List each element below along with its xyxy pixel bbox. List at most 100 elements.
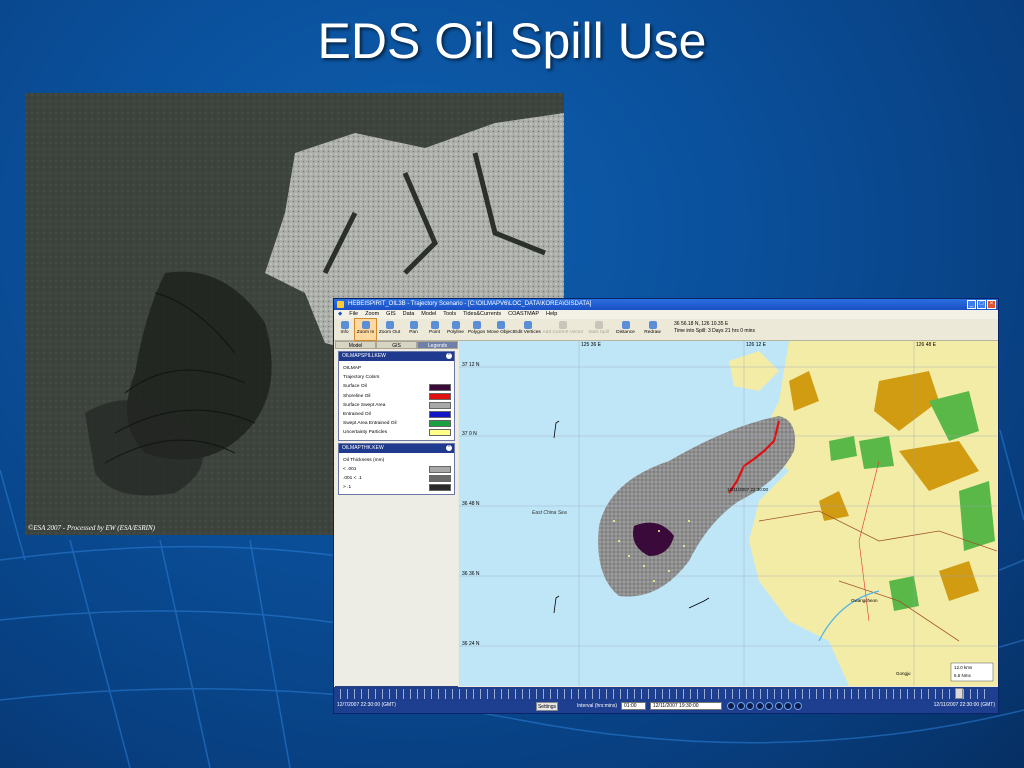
legend-label: Swept Area Entrained Oil [343,421,397,427]
legend-spill: OILMAPSPILLKEW ^ OILMAP Trajectory Color… [338,351,455,441]
zoom-out-icon [385,321,394,329]
settings-button[interactable]: Settings [536,702,558,711]
map-view[interactable]: 125 36 E 126 12 E 126 48 E 37 12 N 37 0 … [459,341,997,686]
step-back-button[interactable] [746,702,754,710]
timeline-start: 12/7/2007 22:30:00 (GMT) [337,702,396,708]
add-current-vector-button[interactable]: Add Current Vector [541,319,585,340]
menu-model[interactable]: Model [421,310,436,319]
maximize-button[interactable]: □ [977,300,986,309]
rewind-button[interactable] [736,702,745,710]
legend-thickness: OILMAPTHK.KEW ^ Oil Thickness (mm) < .00… [338,442,455,496]
legend-row: .001 < .1 [343,474,451,483]
scale-km-label: 12.0 kms [954,665,973,670]
legend-swatch [429,411,451,419]
polygon-button[interactable]: Polygon [466,319,487,340]
move-object-button[interactable]: Move Object [487,319,514,340]
legend-row: Surface Swept Area [343,401,451,410]
polyline-button[interactable]: Polyline [445,319,466,340]
legend-label: Entrained Oil [343,411,371,417]
legend-row: Swept Area Entrained Oil [343,419,451,428]
legend-thickness-section: Oil Thickness (mm) [343,457,385,463]
redraw-label: Redraw [644,330,661,335]
menu-gis[interactable]: GIS [386,310,395,319]
app-menu-icon[interactable]: ◆ [338,310,342,319]
zoom-in-button[interactable]: Zoom In [354,318,377,341]
menu-coastmap[interactable]: COASTMAP [508,310,539,319]
collapse-icon[interactable]: ^ [446,353,452,359]
menu-zoom[interactable]: Zoom [365,310,379,319]
app-icon [337,301,344,308]
menu-data[interactable]: Data [403,310,415,319]
menu-tides-currents[interactable]: Tides&Currents [463,310,501,319]
polygon-icon [472,321,481,329]
point-label: Point [429,330,440,335]
play-button[interactable] [765,702,773,710]
edit-vertices-button[interactable]: Edit Vertices [514,319,541,340]
add-current-vector-label: Add Current Vector [542,330,584,335]
toolbar: Info Zoom In Zoom Out Pan Point Polyline… [334,318,998,341]
spill-time-label: 12/11/2007 22:30:00 [727,487,768,492]
zoom-out-button[interactable]: Zoom Out [376,319,403,340]
interval-input[interactable]: 01:00 [621,702,646,710]
scale-nm-label: 6.5 Nms [954,673,971,678]
minimize-button[interactable]: _ [967,300,976,309]
place-label: Gongju [896,671,911,676]
menu-tools[interactable]: Tools [443,310,456,319]
close-button[interactable]: × [987,300,996,309]
first-frame-button[interactable] [727,702,735,710]
info-button[interactable]: Info [334,319,355,340]
island [729,351,779,391]
timeline-slider[interactable] [954,688,963,699]
legend-row: Surface Oil [343,382,451,391]
panel-tabs: Model GIS Legends [335,341,458,349]
legend-row: > .1 [343,483,451,492]
tab-model[interactable]: Model [335,341,376,349]
start-spill-button[interactable]: Start Spill [585,319,612,340]
tab-legends[interactable]: Legends [417,341,458,349]
pan-button[interactable]: Pan [403,319,424,340]
window-titlebar[interactable]: HEBEISPIRIT_OIL3B - Trajectory Scenario … [334,299,998,310]
timeline-end: 12/11/2007 22:30:00 (GMT) [933,702,995,708]
slide-title: EDS Oil Spill Use [317,13,707,69]
playback-controls [727,702,802,710]
collapse-icon[interactable]: ^ [446,444,452,451]
last-frame-button[interactable] [793,702,802,710]
legend-swatch [429,484,451,492]
zoom-in-icon [361,321,370,329]
legend-label: < .001 [343,466,357,472]
legend-swatch [429,401,451,409]
menu-bar: ◆ File Zoom GIS Data Model Tools Tides&C… [334,310,998,319]
lon-label: 126 48 E [916,342,937,348]
lat-label: 36 48 N [462,501,480,507]
edit-vertices-icon [523,321,532,329]
cursor-coordinates: 36 56.18 N, 126 10.35 E [674,321,729,327]
pan-label: Pan [409,330,418,335]
legend-swatch [429,392,451,400]
tab-gis[interactable]: GIS [376,341,417,349]
distance-button[interactable]: Distance [612,319,639,340]
lat-label: 36 24 N [462,641,480,647]
current-vector-icon [559,321,567,329]
legend-row: Shoreline Oil [343,392,451,401]
menu-help[interactable]: Help [546,310,557,319]
fast-forward-button[interactable] [784,702,792,710]
legend-label: Uncertainty Particles [343,430,387,436]
legend-swatch [429,429,451,437]
status-readout: 36 56.18 N, 126 10.35 E Time into Spill:… [674,319,755,335]
oilmap-window: HEBEISPIRIT_OIL3B - Trajectory Scenario … [333,298,999,714]
menu-file[interactable]: File [349,310,358,319]
sea-label: East China Sea [532,510,567,516]
current-time-input[interactable]: 12/11/2007 19:30:00 [650,702,722,710]
redraw-icon [648,321,657,329]
legend-swatch [429,420,451,428]
move-object-label: Move Object [487,330,514,335]
polygon-label: Polygon [467,330,486,335]
lat-label: 36 36 N [462,571,480,577]
redraw-button[interactable]: Redraw [639,319,666,340]
timeline-track[interactable] [340,689,990,699]
point-button[interactable]: Point [424,319,445,340]
lon-label: 126 12 E [746,342,767,348]
zoom-out-label: Zoom Out [378,330,401,335]
stop-button[interactable] [755,702,764,710]
step-forward-button[interactable] [774,702,783,710]
